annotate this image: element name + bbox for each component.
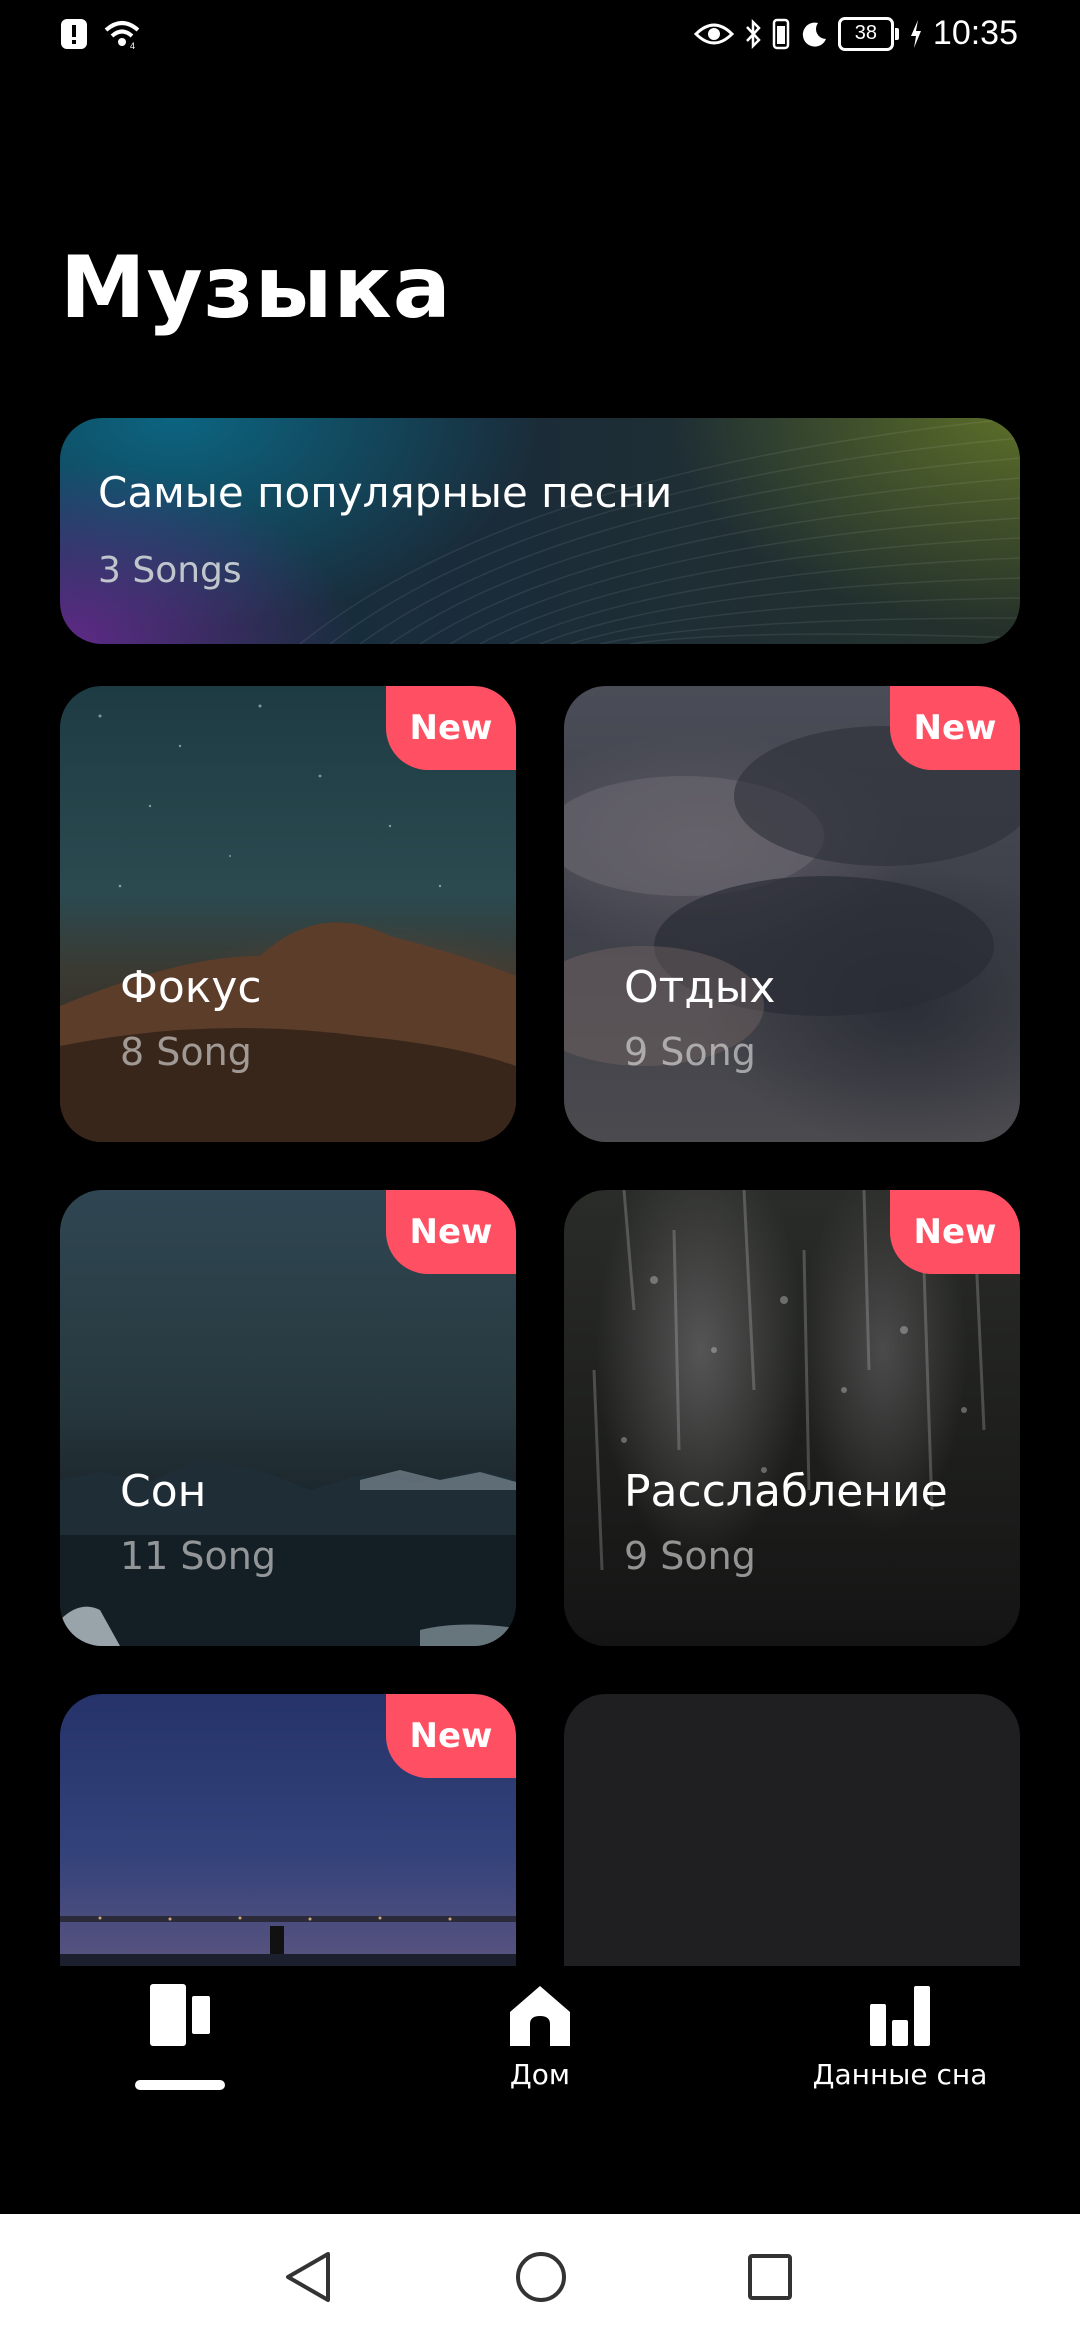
card-title: Отдых (624, 962, 776, 1013)
card-song-count: 9 Song (624, 1534, 756, 1578)
svg-text:4: 4 (130, 41, 135, 50)
home-icon (506, 1982, 574, 2050)
status-time: 10:35 (932, 14, 1018, 52)
eye-icon (693, 20, 734, 48)
home-circle-icon[interactable] (514, 2250, 568, 2304)
card-song-count: 8 Song (120, 1030, 252, 1074)
card-song-count: 9 Song (624, 1030, 756, 1074)
recents-icon[interactable] (746, 2252, 794, 2302)
battery-level: 38 (837, 16, 894, 51)
vibrate-icon (772, 18, 790, 50)
new-badge: New (386, 686, 516, 770)
page-title: Музыка (60, 238, 452, 338)
featured-title: Самые популярные песни (98, 468, 673, 517)
card-title: Фокус (120, 962, 262, 1013)
featured-song-count: 3 Songs (98, 550, 242, 591)
bluetooth-icon (744, 18, 762, 49)
new-badge: New (386, 1190, 516, 1274)
music-icon (150, 1982, 212, 2048)
charging-icon (909, 19, 923, 49)
card-title: Расслабление (624, 1466, 948, 1517)
bar-chart-icon (868, 1982, 932, 2048)
nav-item-home[interactable]: Дом (390, 1966, 690, 2116)
featured-playlist-card[interactable]: Самые популярные песни 3 Songs (60, 418, 1020, 644)
playlist-card-sleep[interactable]: New Сон 11 Song (60, 1190, 516, 1646)
battery-indicator: 38 (837, 16, 899, 51)
active-tab-indicator (135, 2080, 225, 2090)
system-navigation-bar (0, 2214, 1080, 2340)
card-song-count: 11 Song (120, 1534, 277, 1578)
playlist-card-rest[interactable]: New Отдых 9 Song (564, 686, 1020, 1142)
card-title: Сон (120, 1466, 207, 1517)
nav-item-sleep-data[interactable]: Данные сна (750, 1966, 1050, 2116)
wave-pattern (299, 418, 1020, 644)
nav-label-sleep-data: Данные сна (812, 2058, 988, 2091)
new-badge: New (386, 1694, 516, 1778)
nav-label-home: Дом (509, 2058, 571, 2091)
status-bar: 4 38 10:35 (0, 0, 1080, 80)
playlist-card-focus[interactable]: New Фокус 8 Song (60, 686, 516, 1142)
back-icon[interactable] (284, 2250, 332, 2304)
alert-icon (60, 18, 88, 50)
new-badge: New (890, 1190, 1020, 1274)
bottom-navigation: Дом Данные сна (0, 1966, 1080, 2214)
wifi-icon: 4 (102, 18, 142, 50)
nav-item-music[interactable] (30, 1966, 330, 2116)
playlist-card-relaxation[interactable]: New Расслабление 9 Song (564, 1190, 1020, 1646)
new-badge: New (890, 686, 1020, 770)
moon-icon (800, 20, 828, 48)
